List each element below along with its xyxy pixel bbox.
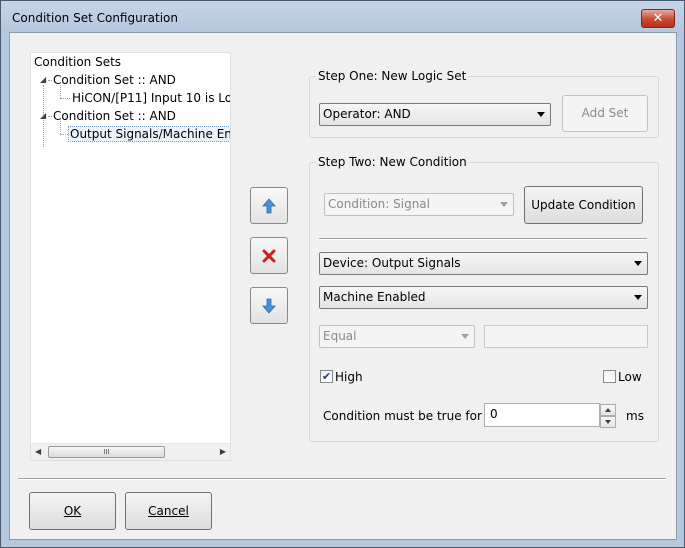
- chevron-down-icon: [500, 202, 508, 207]
- scroll-right-icon[interactable]: ▶: [220, 447, 226, 456]
- title-bar[interactable]: Condition Set Configuration ✕: [1, 1, 684, 35]
- tree-item-condition-set-2[interactable]: Condition Set :: AND: [53, 109, 176, 123]
- device-select[interactable]: Device: Output Signals: [319, 252, 648, 275]
- add-set-button[interactable]: Add Set: [562, 95, 648, 132]
- condition-type-select[interactable]: Condition: Signal: [324, 193, 514, 216]
- comparison-value-input[interactable]: [484, 325, 648, 348]
- footer-divider: [18, 478, 666, 480]
- tree-item-output-signals[interactable]: Output Signals/Machine Enabled: [68, 126, 230, 142]
- scroll-left-icon[interactable]: ◀: [35, 447, 41, 456]
- dialog-client-area: Condition Sets ◢ Condition Set :: AND Hi…: [9, 32, 677, 540]
- move-up-arrow-icon: [262, 198, 276, 214]
- move-down-arrow-icon: [262, 298, 276, 314]
- delete-x-icon: [262, 249, 276, 263]
- ok-button[interactable]: OK: [29, 492, 116, 530]
- chevron-down-icon: [634, 295, 642, 300]
- chevron-down-icon: [461, 334, 469, 339]
- dialog-window: Condition Set Configuration ✕ Condition …: [0, 0, 685, 548]
- step-one-label: Step One: New Logic Set: [316, 69, 469, 83]
- high-label: High: [335, 370, 363, 384]
- close-button[interactable]: ✕: [641, 9, 675, 28]
- scroll-thumb[interactable]: III: [48, 446, 165, 458]
- tree-root-label: Condition Sets: [34, 55, 122, 69]
- tree-item-condition-set-1[interactable]: Condition Set :: AND: [53, 73, 176, 87]
- stepper-down[interactable]: [600, 416, 616, 428]
- low-checkbox[interactable]: [603, 370, 616, 383]
- step-two-divider: [319, 238, 647, 240]
- signal-select-value: Machine Enabled: [323, 290, 426, 304]
- high-checkbox[interactable]: ✔: [320, 370, 333, 383]
- checkmark-icon: ✔: [321, 370, 332, 383]
- chevron-up-icon: [605, 408, 611, 412]
- device-select-value: Device: Output Signals: [323, 256, 461, 270]
- signal-select[interactable]: Machine Enabled: [319, 286, 648, 309]
- move-down-button[interactable]: [250, 287, 288, 324]
- chevron-down-icon: [537, 112, 545, 117]
- stepper-up[interactable]: [600, 404, 616, 416]
- condition-type-value: Condition: Signal: [328, 197, 430, 211]
- condition-sets-tree[interactable]: Condition Sets ◢ Condition Set :: AND Hi…: [30, 52, 231, 461]
- comparison-select[interactable]: Equal: [319, 325, 475, 348]
- step-two-label: Step Two: New Condition: [316, 155, 469, 169]
- move-up-button[interactable]: [250, 187, 288, 224]
- chevron-down-icon: [634, 261, 642, 266]
- tree-item-hicon-input[interactable]: HiCON/[P11] Input 10 is Low: [72, 91, 230, 105]
- duration-input[interactable]: 0: [484, 403, 600, 427]
- low-label: Low: [618, 370, 642, 384]
- operator-select[interactable]: Operator: AND: [319, 103, 551, 126]
- horizontal-scrollbar[interactable]: ◀ III ▶: [31, 443, 230, 460]
- duration-stepper[interactable]: [600, 404, 616, 428]
- update-condition-button[interactable]: Update Condition: [524, 186, 643, 224]
- window-title: Condition Set Configuration: [12, 11, 178, 25]
- expand-arrow-icon[interactable]: ◢: [40, 75, 46, 84]
- expand-arrow-icon[interactable]: ◢: [40, 111, 46, 120]
- duration-unit: ms: [626, 409, 644, 423]
- duration-label: Condition must be true for: [323, 409, 482, 423]
- cancel-button[interactable]: Cancel: [125, 492, 212, 530]
- close-icon: ✕: [652, 11, 664, 26]
- delete-button[interactable]: [250, 237, 288, 274]
- comparison-select-value: Equal: [323, 329, 357, 343]
- operator-select-value: Operator: AND: [323, 107, 411, 121]
- chevron-down-icon: [605, 420, 611, 424]
